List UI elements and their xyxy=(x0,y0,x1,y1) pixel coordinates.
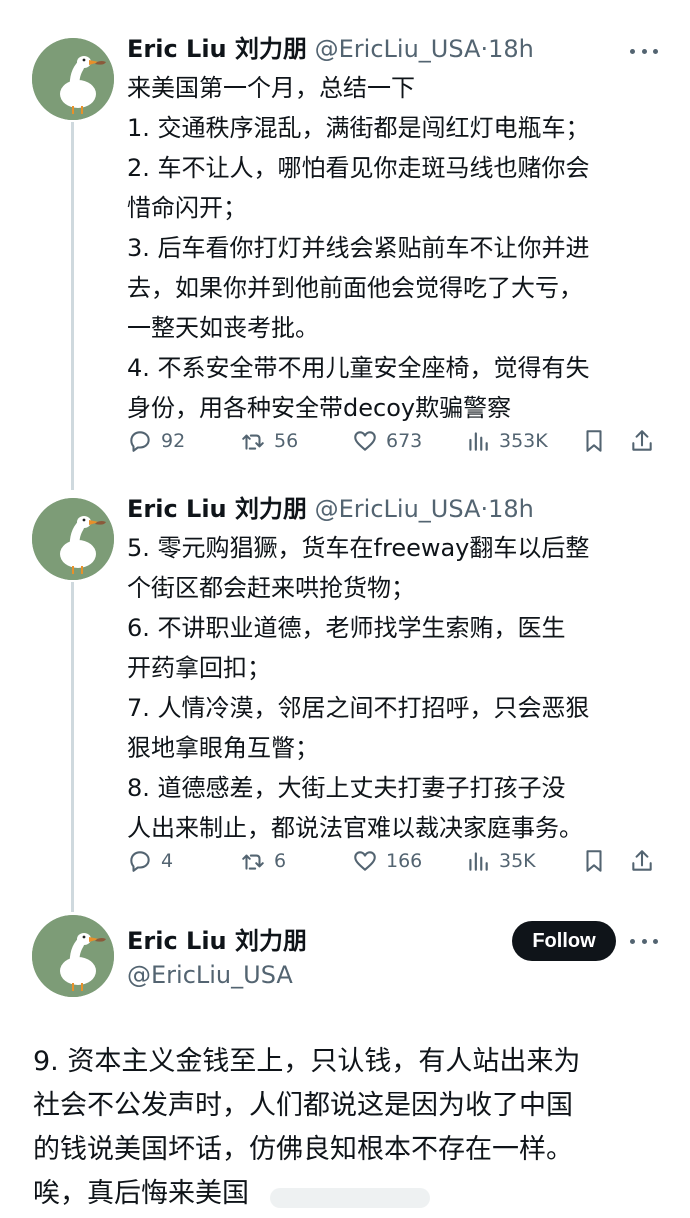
reply-button[interactable]: 92 xyxy=(127,428,240,454)
text-line: 来美国第一个月，总结一下 xyxy=(127,74,415,102)
display-name[interactable]: Eric Liu 刘力朋 xyxy=(127,927,307,955)
text-line: 社会不公发声时，人们都说这是因为收了中国 xyxy=(33,1090,573,1121)
retweet-button[interactable]: 56 xyxy=(240,428,352,454)
reply-count: 92 xyxy=(161,430,186,452)
watermark xyxy=(270,1188,430,1208)
retweet-count: 6 xyxy=(274,850,287,872)
user-handle[interactable]: @EricLiu_USA xyxy=(127,961,293,989)
like-count: 166 xyxy=(386,850,423,872)
reply-icon xyxy=(130,431,150,452)
text-line: 9. 资本主义金钱至上，只认钱，有人站出来为 xyxy=(33,1046,581,1077)
tweet-header: Eric Liu 刘力朋 @EricLiu_USA·18h xyxy=(127,494,534,524)
tweet-header: Eric Liu 刘力朋 @EricLiu_USA·18h xyxy=(127,34,534,64)
text-line: 4. 不系安全带不用儿童安全座椅，觉得有失 xyxy=(127,354,590,382)
text-line: 一整天如丧考批。 xyxy=(127,314,319,342)
text-line: 7. 人情冷漠，邻居之间不打招呼，只会恶狠 xyxy=(127,694,590,722)
timestamp[interactable]: 18h xyxy=(488,35,534,63)
avatar[interactable] xyxy=(32,498,114,580)
like-button[interactable]: 673 xyxy=(352,428,465,454)
views-icon xyxy=(469,432,488,451)
like-count: 673 xyxy=(386,430,423,452)
reply-count: 4 xyxy=(161,850,174,872)
tweet-text: 来美国第一个月，总结一下 1. 交通秩序混乱，满街都是闯红灯电瓶车； 2. 车不… xyxy=(127,68,657,428)
share-button[interactable] xyxy=(629,848,655,874)
avatar[interactable] xyxy=(32,38,114,120)
action-bar: 92 56 673 353K xyxy=(127,426,657,456)
views-count: 35K xyxy=(499,850,536,872)
retweet-button[interactable]: 6 xyxy=(240,848,352,874)
tweet-text: 5. 零元购猖獗，货车在freeway翻车以后整 个街区都会赶来哄抢货物； 6.… xyxy=(127,528,657,848)
more-icon[interactable] xyxy=(630,931,658,951)
action-bar: 4 6 166 35K xyxy=(127,846,657,876)
text-line: 个街区都会赶来哄抢货物； xyxy=(127,574,415,602)
share-icon xyxy=(632,430,652,451)
text-line: 5. 零元购猖獗，货车在freeway翻车以后整 xyxy=(127,534,590,562)
separator: · xyxy=(480,495,489,523)
main-display-name[interactable]: Eric Liu 刘力朋 xyxy=(127,926,307,956)
main-user-handle[interactable]: @EricLiu_USA xyxy=(127,960,293,990)
follow-button[interactable]: Follow xyxy=(512,921,616,961)
text-line: 2. 车不让人，哪怕看见你走斑马线也赌你会 xyxy=(127,154,590,182)
views-button[interactable]: 35K xyxy=(465,848,581,874)
like-icon xyxy=(354,431,376,451)
retweet-count: 56 xyxy=(274,430,299,452)
display-name[interactable]: Eric Liu 刘力朋 xyxy=(127,35,307,63)
like-icon xyxy=(354,851,376,871)
reply-icon xyxy=(130,851,150,872)
bookmark-button[interactable] xyxy=(581,848,629,874)
like-button[interactable]: 166 xyxy=(352,848,465,874)
text-line: 3. 后车看你打灯并线会紧贴前车不让你并进 xyxy=(127,234,590,262)
share-icon xyxy=(632,850,652,871)
tweet[interactable]: Eric Liu 刘力朋 @EricLiu_USA·18h 来美国第一个月，总结… xyxy=(0,0,690,480)
text-line: 惜命闪开； xyxy=(127,194,247,222)
display-name[interactable]: Eric Liu 刘力朋 xyxy=(127,495,307,523)
reply-button[interactable]: 4 xyxy=(127,848,240,874)
text-line: 6. 不讲职业道德，老师找学生索贿，医生 xyxy=(127,614,566,642)
bookmark-icon xyxy=(586,850,602,872)
text-line: 狠地拿眼角互瞥； xyxy=(127,734,319,762)
retweet-icon xyxy=(242,854,264,870)
text-line: 身份，用各种安全带decoy欺骗警察 xyxy=(127,394,512,422)
share-button[interactable] xyxy=(629,428,655,454)
bookmark-button[interactable] xyxy=(581,428,629,454)
views-count: 353K xyxy=(499,430,548,452)
views-button[interactable]: 353K xyxy=(465,428,581,454)
retweet-icon xyxy=(242,434,264,450)
text-line: 8. 道德感差，大街上丈夫打妻子打孩子没 xyxy=(127,774,566,802)
more-icon[interactable] xyxy=(630,41,658,61)
separator: · xyxy=(480,35,489,63)
user-handle[interactable]: @EricLiu_USA xyxy=(315,495,481,523)
timestamp[interactable]: 18h xyxy=(488,495,534,523)
goose-avatar-icon xyxy=(32,498,114,580)
text-line: 去，如果你并到他前面他会觉得吃了大亏， xyxy=(127,274,583,302)
goose-avatar-icon xyxy=(32,915,114,997)
bookmark-icon xyxy=(586,430,602,452)
text-line: 人出来制止，都说法官难以裁决家庭事务。 xyxy=(127,814,583,842)
user-handle[interactable]: @EricLiu_USA xyxy=(315,35,481,63)
views-icon xyxy=(469,852,488,871)
goose-avatar-icon xyxy=(32,38,114,120)
tweet[interactable]: Eric Liu 刘力朋 @EricLiu_USA·18h 5. 零元购猖獗，货… xyxy=(0,480,690,900)
text-line: 的钱说美国坏话，仿佛良知根本不存在一样。 xyxy=(33,1134,573,1165)
text-line: 1. 交通秩序混乱，满街都是闯红灯电瓶车； xyxy=(127,114,590,142)
text-line: 开药拿回扣； xyxy=(127,654,271,682)
avatar[interactable] xyxy=(32,915,114,997)
